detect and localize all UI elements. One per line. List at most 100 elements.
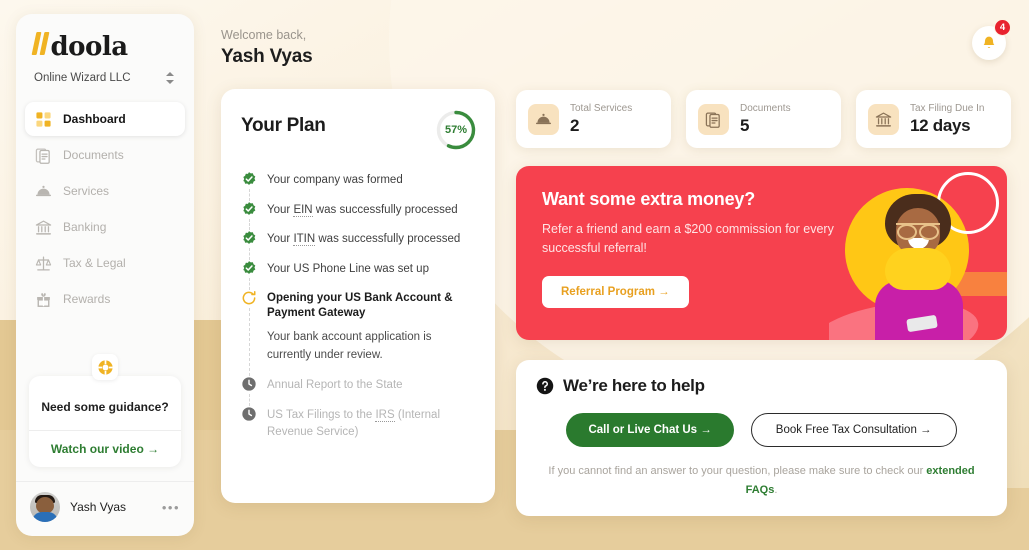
stat-card-total-services[interactable]: Total Services 2 (516, 90, 671, 148)
question-mark-icon (536, 377, 554, 395)
brand-logo[interactable]: doola (16, 14, 194, 60)
plan-step: Your ITIN was successfully processed (241, 230, 477, 261)
step-body: Your EIN was successfully processed (267, 201, 458, 219)
plan-title: Your Plan (241, 115, 326, 136)
progress-percent-label: 57% (444, 124, 468, 136)
sidebar-item-label: Rewards (63, 292, 111, 306)
sidebar-item-services[interactable]: Services (25, 174, 185, 208)
step-body: Annual Report to the State (267, 376, 403, 394)
step-label: Opening your US Bank Account & Payment G… (267, 291, 453, 320)
plan-step: Annual Report to the State (241, 376, 477, 407)
sidebar-item-rewards[interactable]: Rewards (25, 282, 185, 316)
step-connector (248, 307, 250, 377)
clock-icon (241, 406, 257, 423)
referral-banner: Want some extra money? Refer a friend an… (516, 166, 1007, 340)
stat-value: 12 days (910, 115, 971, 135)
plan-header: Your Plan 57% (241, 109, 477, 151)
referral-title: Want some extra money? (542, 189, 755, 209)
check-badge-icon (241, 260, 257, 277)
sidebar-item-label: Services (63, 184, 110, 198)
clock-icon (241, 376, 257, 393)
plan-step: Your EIN was successfully processed (241, 200, 477, 231)
step-label: US Tax Filings to the IRS (Internal Reve… (267, 409, 441, 438)
documents-icon (698, 103, 729, 135)
notifications[interactable]: 4 (972, 19, 1011, 60)
stat-value: 2 (570, 115, 580, 135)
step-connector (248, 394, 250, 407)
user-profile-row[interactable]: Yash Vyas ••• (16, 482, 194, 536)
step-body: Opening your US Bank Account & Payment G… (267, 290, 477, 365)
step-body: Your ITIN was successfully processed (267, 230, 460, 248)
sidebar-item-label: Dashboard (63, 112, 126, 126)
step-label: Your company was formed (267, 174, 403, 186)
cloche-icon (528, 103, 559, 135)
stat-cards: Total Services 2 Documents 5 Tax Filing (516, 90, 1011, 148)
notification-badge: 4 (994, 19, 1011, 36)
check-badge-icon (241, 171, 257, 187)
brand-name: doola (50, 32, 129, 62)
bank-icon (868, 103, 899, 135)
help-actions: Call or Live Chat Us → Book Free Tax Con… (536, 413, 987, 447)
plan-step-current: Opening your US Bank Account & Payment G… (241, 289, 477, 377)
step-connector (248, 218, 250, 231)
woman-with-phone-illustration (829, 166, 1007, 340)
step-label: Your ITIN was successfully processed (267, 233, 461, 247)
sidebar: doola Online Wizard LLC Dashboard Docume… (16, 14, 194, 536)
abbr-irs[interactable]: IRS (375, 409, 395, 423)
stat-label: Tax Filing Due In (910, 102, 985, 114)
welcome-greeting: Welcome back, (221, 28, 307, 42)
bell-glyph (983, 36, 995, 48)
scales-icon (35, 255, 52, 271)
your-plan-card: Your Plan 57% Your company was formed Yo… (221, 89, 495, 503)
help-note-suffix: . (774, 483, 778, 496)
help-note-text: If you cannot find an answer to your que… (548, 465, 927, 477)
progress-ring: 57% (435, 109, 477, 151)
help-title: We’re here to help (563, 376, 705, 395)
guidance-card: Need some guidance? Watch our video → (29, 376, 181, 467)
check-badge-icon (241, 200, 257, 217)
step-label: Your US Phone Line was set up (267, 263, 429, 276)
step-connector (248, 189, 250, 201)
lifebuoy-icon (92, 354, 118, 380)
abbr-ein[interactable]: EIN (293, 203, 313, 217)
org-switcher[interactable]: Online Wizard LLC (34, 70, 176, 86)
grid-icon (36, 111, 51, 127)
book-tax-consultation-button[interactable]: Book Free Tax Consultation → (750, 413, 957, 447)
sidebar-item-dashboard[interactable]: Dashboard (25, 102, 185, 136)
bank-icon (35, 219, 52, 235)
help-header: We’re here to help (536, 376, 987, 396)
call-or-live-chat-button[interactable]: Call or Live Chat Us → (566, 413, 734, 447)
step-body: Your company was formed (267, 171, 403, 189)
spinner-icon (241, 289, 257, 306)
org-name: Online Wizard LLC (34, 72, 131, 84)
step-body: Your US Phone Line was set up (267, 260, 429, 278)
sidebar-item-label: Banking (63, 220, 107, 234)
step-body: US Tax Filings to the IRS (Internal Reve… (267, 406, 477, 440)
plan-step: US Tax Filings to the IRS (Internal Reve… (241, 406, 477, 440)
check-badge-icon (241, 230, 257, 247)
sidebar-item-documents[interactable]: Documents (25, 138, 185, 172)
stat-card-tax-filing-due[interactable]: Tax Filing Due In 12 days (856, 90, 1011, 148)
guidance-title: Need some guidance? (41, 400, 169, 414)
stat-card-documents[interactable]: Documents 5 (686, 90, 841, 148)
sidebar-item-tax-legal[interactable]: Tax & Legal (25, 246, 185, 280)
stat-text: Documents 5 (740, 103, 791, 136)
person-figure (863, 188, 975, 340)
referral-program-button[interactable]: Referral Program → (542, 275, 689, 308)
avatar (30, 492, 60, 522)
step-label: Your EIN was successfully processed (267, 203, 458, 217)
step-connector (248, 248, 250, 261)
sidebar-item-banking[interactable]: Banking (25, 210, 185, 244)
chevron-updown-icon (164, 70, 176, 86)
gift-icon (37, 292, 50, 307)
help-note: If you cannot find an answer to your que… (536, 462, 987, 499)
sidebar-item-label: Tax & Legal (63, 256, 126, 270)
step-description: Your bank account application is current… (267, 330, 432, 361)
watch-video-link[interactable]: Watch our video → (29, 431, 181, 467)
more-dots-icon[interactable]: ••• (162, 500, 180, 515)
step-label: Annual Report to the State (267, 379, 403, 392)
user-name: Yash Vyas (70, 500, 127, 514)
plan-steps: Your company was formed Your EIN was suc… (241, 171, 477, 440)
abbr-itin[interactable]: ITIN (293, 233, 316, 247)
stat-text: Total Services 2 (570, 103, 632, 136)
